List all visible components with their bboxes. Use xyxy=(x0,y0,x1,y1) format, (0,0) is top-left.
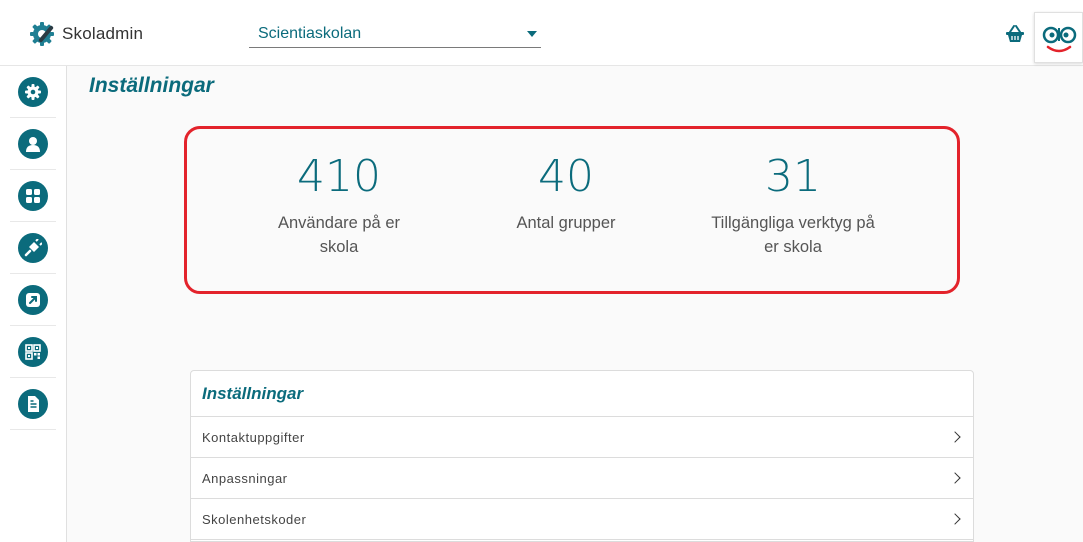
gear-wrench-logo-icon xyxy=(30,22,54,46)
caret-down-icon xyxy=(527,30,537,37)
sidebar-icon-wrap xyxy=(18,337,48,367)
sidebar-icon-wrap xyxy=(18,233,48,263)
sidebar-item-documents[interactable] xyxy=(0,378,66,430)
stat-value: 31 xyxy=(765,151,821,202)
settings-row-customizations[interactable]: Anpassningar xyxy=(191,458,973,499)
stats-panel: 410 Användare på er skola 40 Antal grupp… xyxy=(184,126,960,294)
app-name: Skoladmin xyxy=(62,24,144,43)
chevron-right-icon xyxy=(949,431,961,443)
brand[interactable]: Skoladmin xyxy=(28,20,143,48)
qr-code-icon xyxy=(25,344,41,360)
mascot-face-icon xyxy=(1042,26,1077,53)
basket-icon[interactable] xyxy=(1004,24,1026,44)
school-select[interactable]: Scientiaskolan xyxy=(249,20,541,48)
sidebar-icon-wrap xyxy=(18,389,48,419)
page-title: Inställningar xyxy=(89,74,214,97)
stat-users: 410 Användare på er skola xyxy=(239,149,439,259)
sidebar-item-qr[interactable] xyxy=(0,326,66,378)
stat-value: 410 xyxy=(297,151,381,202)
sidebar-icon-wrap xyxy=(18,181,48,211)
sidebar-icon-wrap xyxy=(18,285,48,315)
plug-icon xyxy=(24,239,42,257)
document-icon xyxy=(28,396,39,412)
chevron-right-icon xyxy=(949,513,961,525)
user-icon xyxy=(26,137,40,152)
sidebar-item-integrations[interactable] xyxy=(0,222,66,274)
grid-icon xyxy=(26,189,40,203)
gear-icon xyxy=(25,84,41,100)
sidebar-icon-wrap xyxy=(18,77,48,107)
settings-row-label: Skolenhetskoder xyxy=(202,511,307,527)
sidebar-item-groups[interactable] xyxy=(0,170,66,222)
chevron-right-icon xyxy=(949,472,961,484)
stat-tools: 31 Tillgängliga verktyg på er skola xyxy=(693,149,893,259)
settings-row-contact[interactable]: Kontaktuppgifter xyxy=(191,417,973,458)
sidebar-item-links[interactable] xyxy=(0,274,66,326)
settings-heading: Inställningar xyxy=(191,371,973,417)
stat-groups: 40 Antal grupper xyxy=(466,149,666,235)
settings-row-school-unit-codes[interactable]: Skolenhetskoder xyxy=(191,499,973,540)
mascot-face-button[interactable] xyxy=(1034,12,1083,63)
stat-label: Antal grupper xyxy=(516,214,616,232)
settings-row-label: Anpassningar xyxy=(202,470,288,486)
stat-label: Tillgängliga verktyg på er skola xyxy=(711,214,875,256)
external-link-icon xyxy=(26,293,40,307)
settings-row-label: Kontaktuppgifter xyxy=(202,429,305,445)
top-bar: Skoladmin Scientiaskolan xyxy=(0,0,1083,66)
school-select-value: Scientiaskolan xyxy=(258,24,362,42)
sidebar xyxy=(0,66,67,542)
settings-card: Inställningar Kontaktuppgifter Anpassnin… xyxy=(190,370,974,542)
sidebar-item-users[interactable] xyxy=(0,118,66,170)
stat-value: 40 xyxy=(538,151,594,202)
sidebar-icon-wrap xyxy=(18,129,48,159)
sidebar-item-settings[interactable] xyxy=(0,66,66,118)
stat-label: Användare på er skola xyxy=(277,214,400,256)
